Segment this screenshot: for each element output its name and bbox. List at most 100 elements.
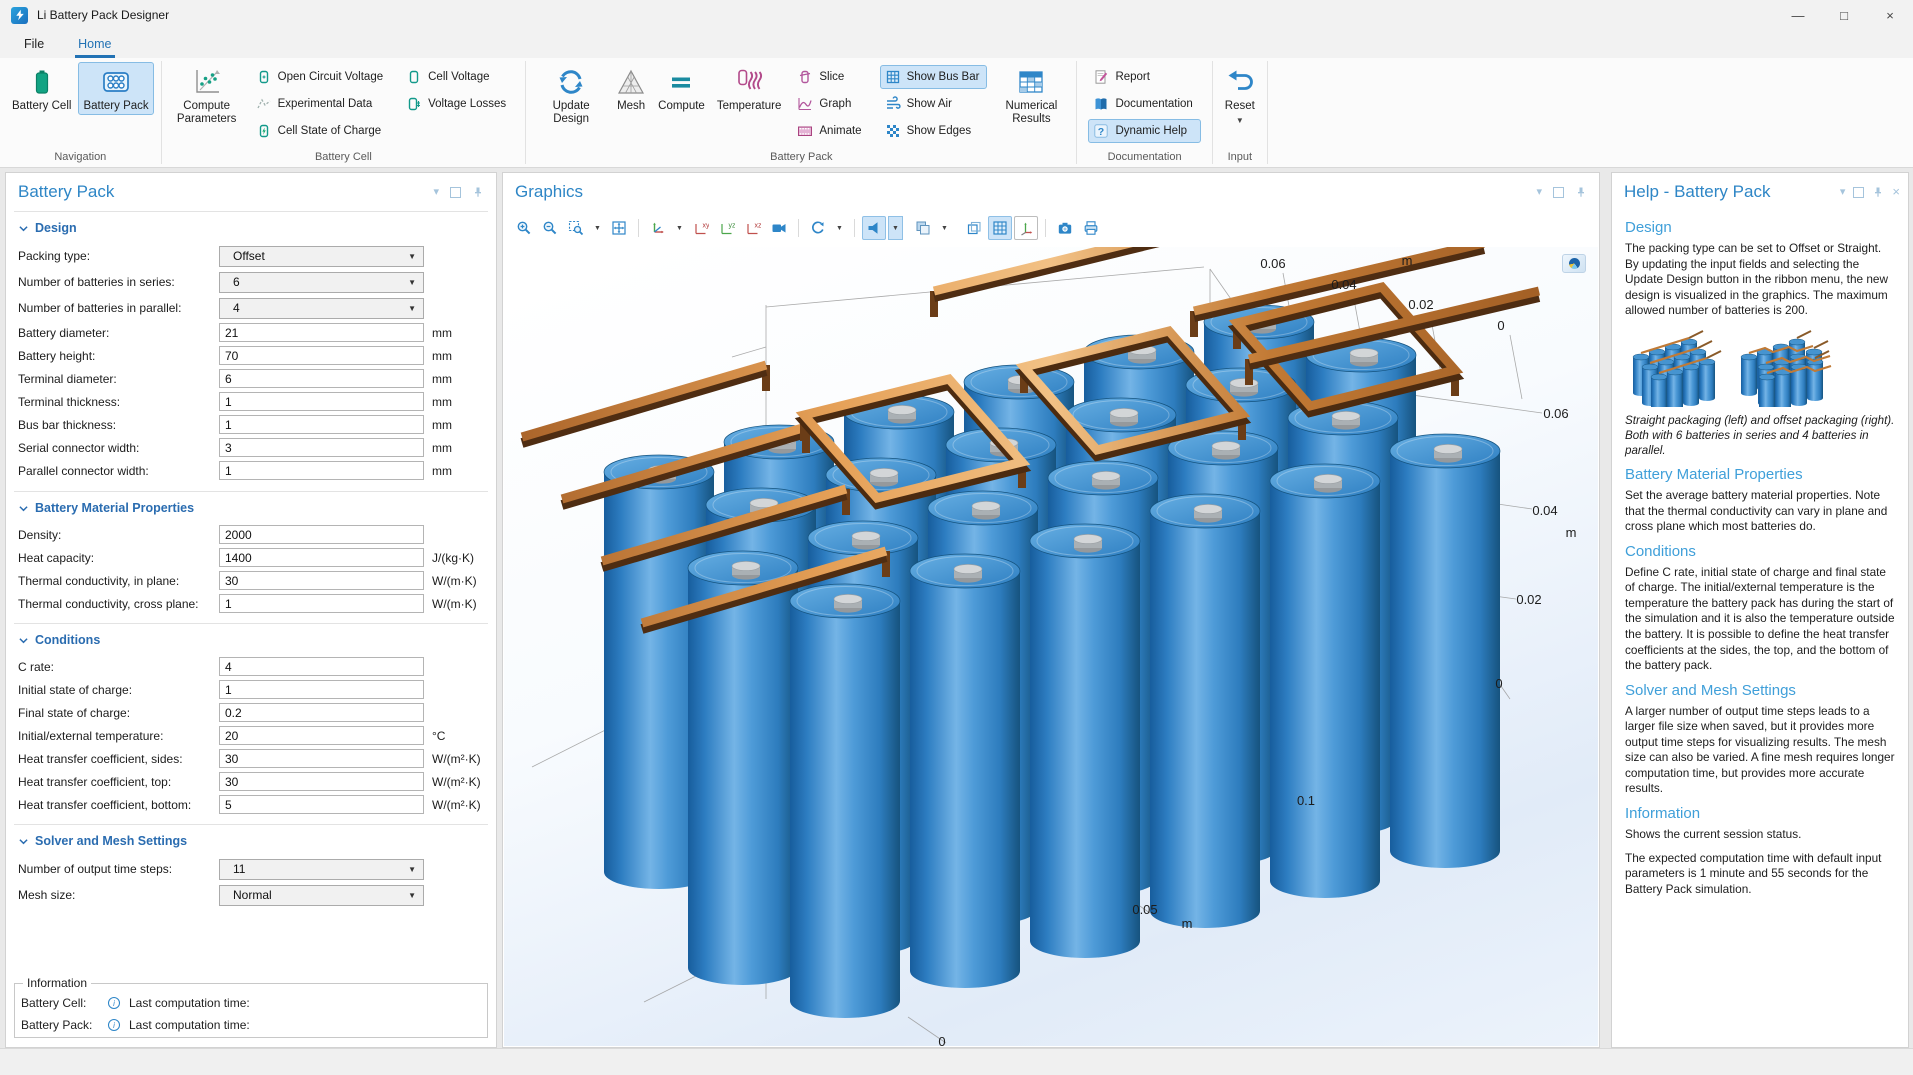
report-icon [1093, 69, 1109, 85]
snapshot-icon[interactable] [1053, 216, 1077, 240]
parallel-connector-width-input[interactable] [219, 461, 424, 480]
heat-transfer-top-input[interactable] [219, 772, 424, 791]
comsol-logo-button[interactable] [1562, 254, 1586, 273]
output-time-steps-select[interactable]: 11▼ [219, 859, 424, 880]
dynamic-help-button[interactable]: ? Dynamic Help [1088, 119, 1200, 143]
compute-button[interactable]: Compute [653, 62, 710, 115]
field-label: Initial/external temperature: [18, 729, 219, 743]
battery-diameter-input[interactable] [219, 323, 424, 342]
view-xy-icon[interactable]: xy [689, 216, 713, 240]
density-input[interactable] [219, 525, 424, 544]
animate-button[interactable]: Animate [792, 119, 869, 143]
chevron-down-icon[interactable]: ▾ [433, 187, 439, 197]
show-edges-button[interactable]: Show Edges [880, 119, 988, 143]
print-icon[interactable] [1079, 216, 1103, 240]
serial-connector-width-input[interactable] [219, 438, 424, 457]
scene-light-icon[interactable] [862, 216, 886, 240]
series-count-select[interactable]: 6▼ [219, 272, 424, 293]
minimize-button[interactable]: — [1775, 0, 1821, 30]
svg-text:i: i [113, 1021, 115, 1030]
transparency-icon[interactable] [911, 216, 935, 240]
battery-pack-button[interactable]: Battery Pack [78, 62, 153, 115]
graph-button[interactable]: Graph [792, 92, 869, 116]
voltage-losses-button[interactable]: Voltage Losses [401, 92, 514, 116]
heat-transfer-bottom-input[interactable] [219, 795, 424, 814]
packing-type-select[interactable]: Offset▼ [219, 246, 424, 267]
pin-icon[interactable] [1575, 185, 1587, 199]
zoom-dropdown-chevron[interactable]: ▼ [590, 216, 605, 240]
section-chevron-icon [19, 225, 28, 232]
chevron-down-icon[interactable]: ▾ [1840, 187, 1846, 197]
close-button[interactable]: × [1867, 0, 1913, 30]
float-panel-icon[interactable] [1853, 187, 1864, 198]
mesh-button[interactable]: Mesh [611, 62, 651, 115]
experimental-data-button[interactable]: Experimental Data [251, 92, 391, 116]
tab-file[interactable]: File [24, 30, 44, 58]
section-conditions[interactable]: Conditions [6, 624, 496, 655]
rotate-icon[interactable] [806, 216, 830, 240]
cell-state-of-charge-button[interactable]: Cell State of Charge [251, 119, 391, 143]
tab-home[interactable]: Home [78, 30, 111, 58]
section-solver-and-mesh[interactable]: Solver and Mesh Settings [6, 825, 496, 856]
section-design[interactable]: Design [6, 212, 496, 243]
show-axis-icon[interactable] [1014, 216, 1038, 240]
terminal-diameter-input[interactable] [219, 369, 424, 388]
reset-dropdown-chevron[interactable]: ▼ [1236, 114, 1244, 127]
rotate-dropdown-chevron[interactable]: ▼ [832, 216, 847, 240]
heat-capacity-input[interactable] [219, 548, 424, 567]
battery-height-input[interactable] [219, 346, 424, 365]
battery-pack-settings-panel: Battery Pack ▾ Design Packing type: Offs… [5, 172, 497, 1048]
show-bus-bar-button[interactable]: Show Bus Bar [880, 65, 988, 89]
close-panel-icon[interactable]: × [1892, 187, 1900, 197]
heat-transfer-sides-input[interactable] [219, 749, 424, 768]
parallel-count-select[interactable]: 4▼ [219, 298, 424, 319]
view-dropdown-chevron[interactable]: ▼ [672, 216, 687, 240]
dynamic-help-icon: ? [1093, 123, 1109, 139]
view-yz-icon[interactable]: yz [715, 216, 739, 240]
pin-icon[interactable] [1872, 185, 1884, 199]
bus-bar-thickness-input[interactable] [219, 415, 424, 434]
slice-button[interactable]: Slice [792, 65, 869, 89]
open-circuit-voltage-button[interactable]: Open Circuit Voltage [251, 65, 391, 89]
zoom-extents-icon[interactable] [607, 216, 631, 240]
thermal-conductivity-in-plane-input[interactable] [219, 571, 424, 590]
initial-external-temperature-input[interactable] [219, 726, 424, 745]
battery-cell-button[interactable]: Battery Cell [7, 62, 76, 115]
scene-light-dropdown-chevron[interactable]: ▼ [888, 216, 903, 240]
terminal-thickness-input[interactable] [219, 392, 424, 411]
thermal-conductivity-cross-plane-input[interactable] [219, 594, 424, 613]
zoom-in-icon[interactable] [512, 216, 536, 240]
temperature-button[interactable]: Temperature [712, 62, 787, 115]
view-xz-icon[interactable]: xz [741, 216, 765, 240]
numerical-results-button[interactable]: Numerical Results [993, 62, 1069, 128]
default-view-icon[interactable] [646, 216, 670, 240]
show-grid-icon[interactable] [988, 216, 1012, 240]
update-design-button[interactable]: Update Design [533, 62, 609, 128]
documentation-button[interactable]: Documentation [1088, 92, 1200, 116]
c-rate-input[interactable] [219, 657, 424, 676]
show-air-button[interactable]: Show Air [880, 92, 988, 116]
reset-button[interactable]: Reset ▼ [1220, 62, 1260, 129]
camera-view-icon[interactable] [767, 216, 791, 240]
field-label: Terminal diameter: [18, 372, 219, 386]
zoom-out-icon[interactable] [538, 216, 562, 240]
maximize-button[interactable]: □ [1821, 0, 1867, 30]
chevron-down-icon[interactable]: ▾ [1536, 187, 1542, 197]
show-frame-icon[interactable] [962, 216, 986, 240]
float-panel-icon[interactable] [1553, 187, 1564, 198]
transparency-dropdown-chevron[interactable]: ▼ [937, 216, 952, 240]
graphics-canvas[interactable]: 0.060.040.020m0.060.04m0.0200.10.05m0 [504, 247, 1598, 1046]
update-design-icon [556, 67, 586, 97]
chevron-down-icon: ▼ [408, 304, 423, 313]
cell-voltage-button[interactable]: Cell Voltage [401, 65, 514, 89]
float-panel-icon[interactable] [450, 187, 461, 198]
report-button[interactable]: Report [1088, 65, 1200, 89]
final-state-of-charge-input[interactable] [219, 703, 424, 722]
zoom-box-icon[interactable] [564, 216, 588, 240]
cell-state-of-charge-icon [256, 123, 272, 139]
initial-state-of-charge-input[interactable] [219, 680, 424, 699]
compute-parameters-button[interactable]: Compute Parameters [169, 62, 245, 128]
section-battery-material-properties[interactable]: Battery Material Properties [6, 492, 496, 523]
pin-icon[interactable] [472, 185, 484, 199]
mesh-size-select[interactable]: Normal▼ [219, 885, 424, 906]
